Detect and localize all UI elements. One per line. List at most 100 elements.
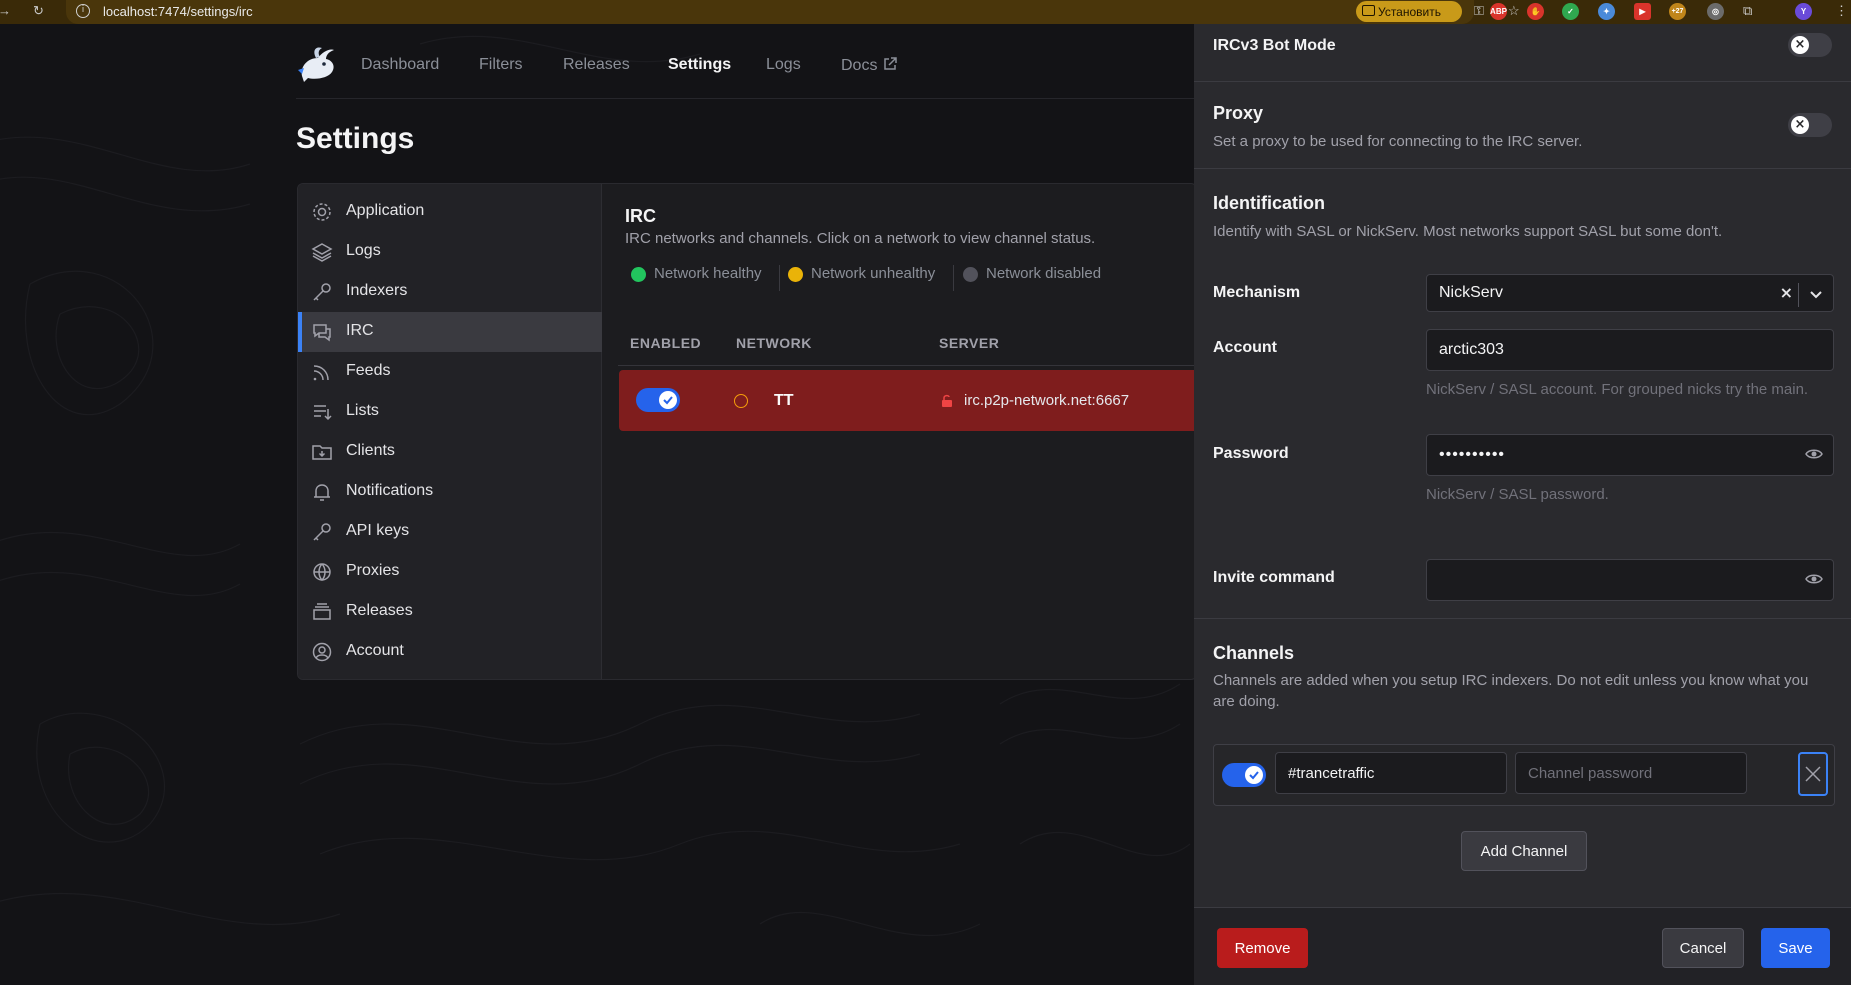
cancel-button[interactable]: Cancel: [1662, 928, 1744, 968]
sidebar-item-feeds[interactable]: Feeds: [298, 352, 602, 392]
save-button[interactable]: Save: [1761, 928, 1830, 968]
archive-icon: [313, 603, 331, 620]
mechanism-select[interactable]: NickServ ×: [1426, 274, 1834, 312]
add-channel-button[interactable]: Add Channel: [1461, 831, 1587, 871]
sidebar-item-releases[interactable]: Releases: [298, 592, 602, 632]
section-divider: [1194, 81, 1851, 82]
site-info-icon[interactable]: i: [76, 4, 90, 18]
extensions-puzzle-icon[interactable]: ⧉: [1743, 3, 1752, 19]
url-text[interactable]: localhost:7474/settings/irc: [103, 4, 253, 19]
nav-docs[interactable]: Docs: [841, 56, 898, 75]
adblock-extension-icon[interactable]: ABP: [1490, 3, 1507, 20]
gear-icon: [313, 203, 331, 221]
channel-enabled-toggle[interactable]: [1222, 763, 1266, 787]
password-label: Password: [1213, 445, 1289, 462]
nav-filters[interactable]: Filters: [479, 56, 523, 74]
puzzle-color-extension-icon[interactable]: ✦: [1598, 3, 1615, 20]
account-input[interactable]: arctic303: [1426, 329, 1834, 371]
install-app-button[interactable]: Установить: [1356, 1, 1462, 22]
eye-icon[interactable]: [1805, 447, 1823, 461]
password-key-icon[interactable]: ⚿: [1474, 3, 1484, 19]
reload-icon[interactable]: ↻: [33, 3, 44, 19]
warning-icon: [734, 394, 748, 408]
section-divider: [1194, 168, 1851, 169]
chat-icon: [313, 324, 331, 342]
chevron-down-icon[interactable]: [1809, 287, 1823, 301]
proxy-toggle[interactable]: ×: [1788, 113, 1832, 137]
nav-settings[interactable]: Settings: [668, 56, 731, 74]
nav-logs[interactable]: Logs: [766, 56, 801, 74]
column-header-network: NETWORK: [736, 335, 812, 351]
media-extension-icon[interactable]: ▶: [1634, 3, 1651, 20]
identification-description: Identify with SASL or NickServ. Most net…: [1213, 223, 1723, 240]
sidebar-item-logs[interactable]: Logs: [298, 232, 602, 272]
bookmark-star-icon[interactable]: ☆: [1508, 3, 1520, 19]
external-link-icon: [884, 57, 897, 70]
sidebar-item-indexers[interactable]: Indexers: [298, 272, 602, 312]
sidebar-item-label: Notifications: [346, 482, 434, 499]
sidebar-item-proxies[interactable]: Proxies: [298, 552, 602, 592]
password-input[interactable]: ••••••••••: [1426, 434, 1834, 476]
sidebar-item-notifications[interactable]: Notifications: [298, 472, 602, 512]
section-divider: [1194, 618, 1851, 619]
globe-icon: [313, 563, 331, 582]
table-header-divider: [618, 365, 1196, 366]
clear-icon[interactable]: ×: [1780, 283, 1793, 302]
bot-mode-toggle[interactable]: ×: [1788, 33, 1832, 57]
channel-name-input[interactable]: #trancetraffic: [1275, 752, 1507, 794]
invite-command-label: Invite command: [1213, 569, 1335, 586]
user-circle-icon: [312, 642, 332, 662]
settings-panel: Application Logs Indexers IRC Feeds List…: [297, 183, 1197, 680]
shield-extension-icon[interactable]: ✓: [1562, 3, 1579, 20]
channels-title: Channels: [1213, 643, 1295, 663]
back-icon[interactable]: →: [0, 3, 11, 18]
nav-releases[interactable]: Releases: [563, 56, 630, 74]
sidebar-item-application[interactable]: Application: [298, 192, 602, 232]
legend-label: Network healthy: [654, 265, 762, 282]
invite-command-input[interactable]: [1426, 559, 1834, 601]
network-row[interactable]: TT irc.p2p-network.net:6667: [619, 370, 1196, 431]
password-help: NickServ / SASL password.: [1426, 486, 1609, 503]
sidebar-item-irc[interactable]: IRC: [298, 312, 602, 352]
circle-extension-icon[interactable]: ◎: [1707, 3, 1724, 20]
network-edit-panel: IRCv3 Bot Mode × Proxy Set a proxy to be…: [1194, 24, 1851, 985]
status-dot-healthy: [631, 267, 646, 282]
toggle-knob: [659, 391, 677, 409]
remove-button[interactable]: Remove: [1217, 928, 1308, 968]
sidebar-item-api-keys[interactable]: API keys: [298, 512, 602, 552]
sidebar-item-clients[interactable]: Clients: [298, 432, 602, 472]
sidebar-item-label: Application: [346, 202, 425, 219]
bot-mode-label: IRCv3 Bot Mode: [1213, 37, 1336, 54]
sidebar-item-label: Proxies: [346, 562, 400, 579]
install-icon: [1362, 5, 1375, 16]
key-icon: [313, 283, 331, 301]
autobrr-logo[interactable]: [296, 46, 338, 84]
remove-channel-button[interactable]: [1798, 752, 1828, 796]
settings-sidebar: Application Logs Indexers IRC Feeds List…: [298, 184, 602, 679]
status-dot-unhealthy: [788, 267, 803, 282]
channels-description: Channels are added when you setup IRC in…: [1213, 672, 1809, 710]
network-enabled-toggle[interactable]: [636, 388, 680, 412]
toggle-knob: [1245, 766, 1263, 784]
stop-extension-icon[interactable]: ✋: [1527, 3, 1544, 20]
sidebar-item-lists[interactable]: Lists: [298, 392, 602, 432]
close-icon: [1805, 766, 1821, 782]
address-bar[interactable]: i localhost:7474/settings/irc Установить…: [66, 0, 1520, 24]
list-icon: [314, 405, 332, 421]
channel-password-input[interactable]: Channel password: [1515, 752, 1747, 794]
column-header-server: SERVER: [939, 335, 1000, 351]
channel-name-value: #trancetraffic: [1288, 765, 1375, 782]
menu-dots-icon[interactable]: ⋮: [1835, 3, 1848, 19]
sidebar-item-account[interactable]: Account: [298, 632, 602, 672]
folder-download-icon: [312, 445, 332, 460]
panel-footer: Remove Cancel Save: [1194, 907, 1851, 985]
eye-icon[interactable]: [1805, 572, 1823, 586]
identification-title: Identification: [1213, 193, 1325, 213]
sidebar-item-label: Clients: [346, 442, 395, 459]
install-label: Установить: [1378, 4, 1441, 19]
account-help: NickServ / SASL account. For grouped nic…: [1426, 381, 1809, 398]
x-icon: ×: [1791, 116, 1809, 134]
profile-avatar[interactable]: Y: [1795, 3, 1812, 20]
badge-extension-icon[interactable]: +27: [1669, 3, 1686, 20]
nav-dashboard[interactable]: Dashboard: [361, 56, 439, 74]
